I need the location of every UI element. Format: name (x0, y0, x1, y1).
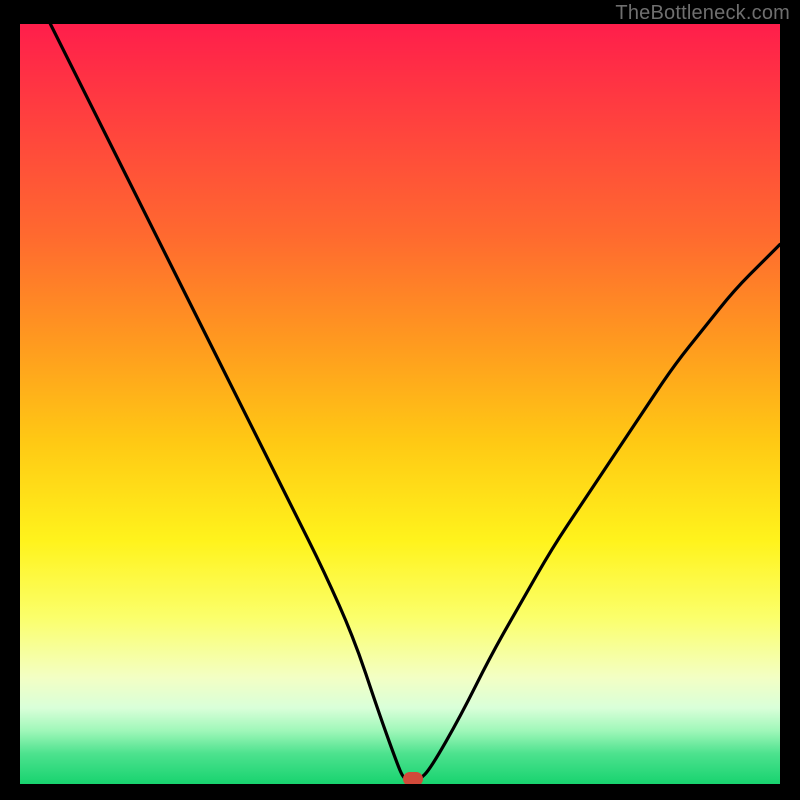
chart-frame: TheBottleneck.com (0, 0, 800, 800)
watermark-text: TheBottleneck.com (615, 2, 790, 25)
optimal-point-marker (403, 772, 423, 784)
bottleneck-curve (50, 24, 780, 780)
curve-layer (20, 24, 780, 784)
plot-area (20, 24, 780, 784)
